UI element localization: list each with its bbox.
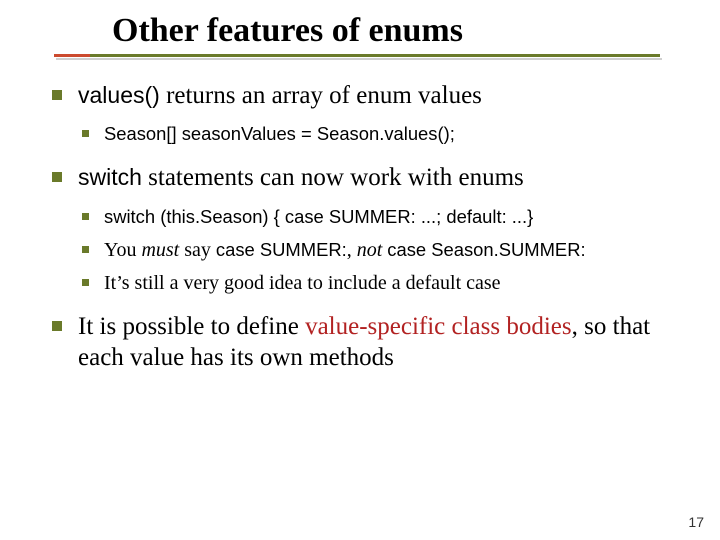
code-inline: case SUMMER: xyxy=(216,239,347,260)
text: say xyxy=(179,239,216,261)
text: statements can now work with enums xyxy=(142,164,524,191)
bullet-value-bodies: It is possible to define value-specific … xyxy=(48,311,690,374)
code-inline: case Season.SUMMER: xyxy=(387,239,585,260)
sub-item: Season[] seasonValues = Season.values(); xyxy=(78,121,690,148)
bullet-values: values() returns an array of enum values… xyxy=(48,80,690,148)
code-values: values() xyxy=(78,82,160,108)
sub-item: It’s still a very good idea to include a… xyxy=(78,270,690,297)
code-line: switch (this.Season) { case SUMMER: ...;… xyxy=(104,206,533,227)
slide-title: Other features of enums xyxy=(112,12,700,50)
text: It’s still a very good idea to include a… xyxy=(104,272,501,294)
page-number: 17 xyxy=(688,514,704,530)
slide: Other features of enums values() returns… xyxy=(0,0,720,540)
underline-shadow xyxy=(56,58,662,60)
underline-accent xyxy=(54,54,90,57)
sub-item: You must say case SUMMER:, not case Seas… xyxy=(78,237,690,264)
text: returns an array of enum values xyxy=(160,82,482,109)
code-line: Season[] seasonValues = Season.values(); xyxy=(104,123,455,144)
sub-list: Season[] seasonValues = Season.values(); xyxy=(78,121,690,148)
text: It is possible to define xyxy=(78,313,305,340)
text-emph: must xyxy=(141,239,179,261)
text: You xyxy=(104,239,141,261)
code-switch: switch xyxy=(78,164,142,190)
sub-item: switch (this.Season) { case SUMMER: ...;… xyxy=(78,204,690,231)
bullet-list: values() returns an array of enum values… xyxy=(48,80,690,373)
slide-body: values() returns an array of enum values… xyxy=(48,80,690,387)
text-highlight: value-specific class bodies xyxy=(305,313,572,340)
sub-list: switch (this.Season) { case SUMMER: ...;… xyxy=(78,204,690,297)
text-emph: not xyxy=(357,239,383,261)
text: , xyxy=(347,239,357,261)
bullet-switch: switch statements can now work with enum… xyxy=(48,162,690,296)
underline-main xyxy=(54,54,660,57)
title-block: Other features of enums xyxy=(34,12,700,54)
